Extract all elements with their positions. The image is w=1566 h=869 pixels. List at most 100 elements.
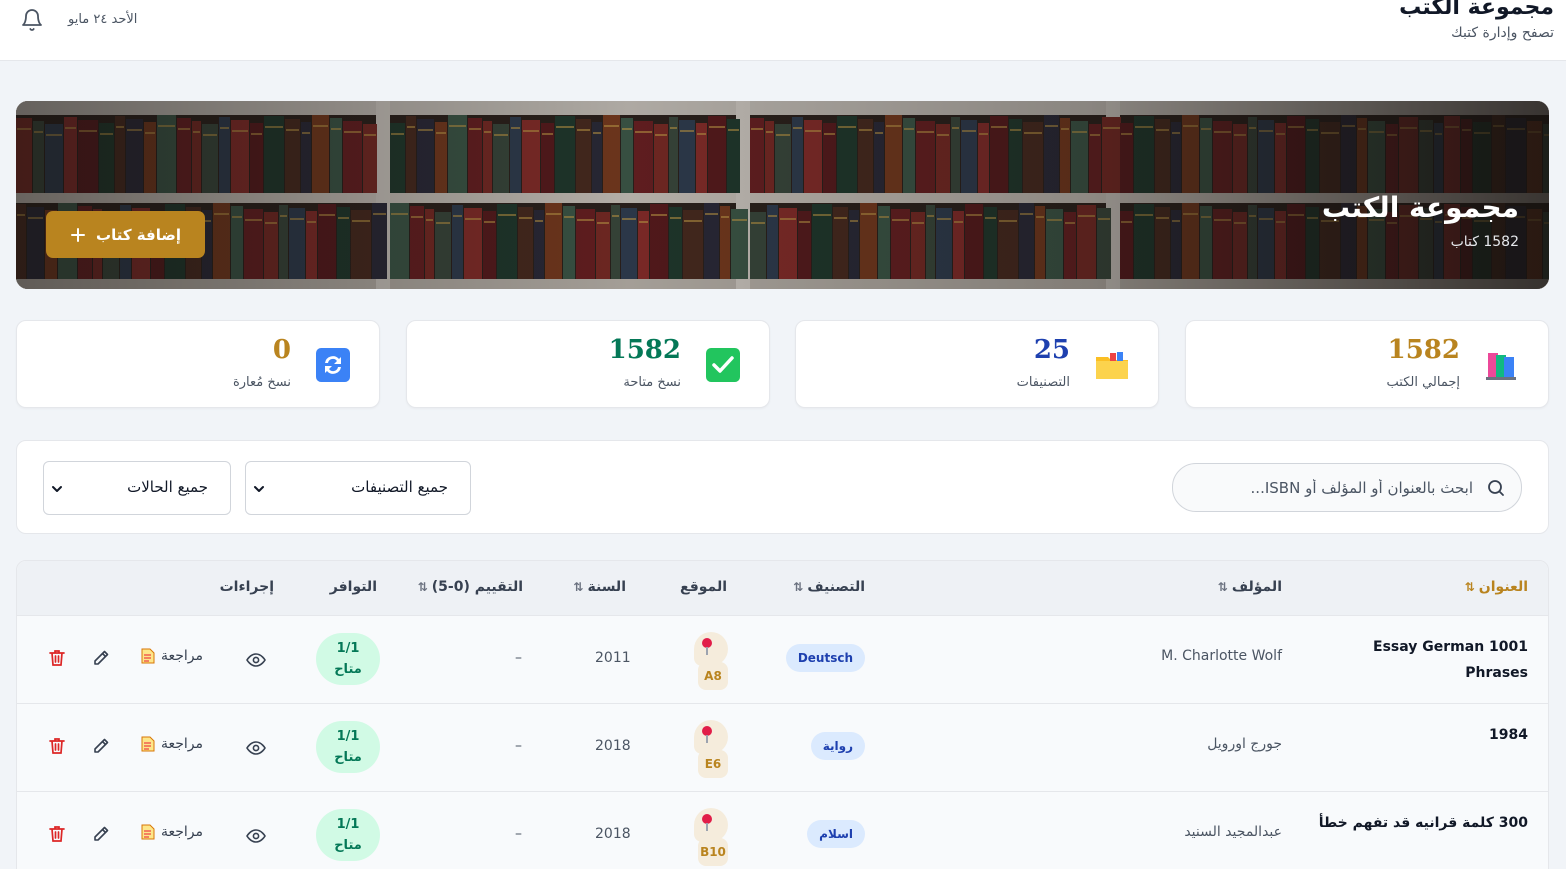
check-icon (706, 348, 740, 382)
location-code: B10 (698, 838, 728, 866)
trash-icon[interactable] (47, 736, 67, 756)
book-year: 2018 (595, 738, 631, 754)
document-icon (141, 648, 155, 664)
hero-banner: مجموعة الكتب 1582 كتاب إضافة كتاب (16, 101, 1549, 289)
pin-icon (694, 720, 728, 754)
stat-value: 1582 (1387, 335, 1460, 365)
current-date: الأحد ٢٤ مايو (68, 12, 138, 27)
stat-card-categories: 25 التصنيفات (795, 320, 1159, 408)
availability-badge: 1/1 متاح (316, 633, 380, 685)
availability-status: متاح (334, 662, 362, 677)
books-table: العنوان⇅ المؤلف⇅ التصنيف⇅ الموقع السنة⇅ … (16, 560, 1549, 869)
pencil-icon[interactable] (91, 824, 111, 844)
column-header-location: الموقع (680, 579, 727, 595)
pencil-icon[interactable] (91, 648, 111, 668)
availability-count: 1/1 (336, 641, 360, 656)
availability-count: 1/1 (336, 817, 360, 832)
location-marker: A8 (694, 632, 728, 690)
header-title-block: مجموعة الكتب تصفح وإدارة كتبك (1399, 0, 1554, 44)
column-header-title[interactable]: العنوان⇅ (1465, 579, 1528, 595)
location-marker: E6 (694, 720, 728, 778)
search-box[interactable] (1172, 463, 1522, 512)
pin-icon (694, 632, 728, 666)
filter-bar: جميع التصنيفات جميع الحالات (16, 440, 1549, 534)
category-badge: Deutsch (785, 644, 865, 672)
availability-status: متاح (334, 838, 362, 853)
pencil-icon[interactable] (91, 736, 111, 756)
refresh-icon (316, 348, 350, 382)
category-select[interactable]: جميع التصنيفات (245, 461, 471, 515)
review-label: مراجعة (161, 824, 204, 840)
table-row[interactable]: 300 كلمة قرانيه قد تفهم خطأ عبدالمجيد ال… (17, 792, 1548, 869)
page-subtitle: تصفح وإدارة كتبك (1451, 25, 1554, 41)
stat-label: التصنيفات (1016, 375, 1070, 390)
review-button[interactable]: مراجعة (141, 648, 203, 664)
book-author: عبدالمجيد السنيد (1184, 824, 1282, 840)
book-rating: – (515, 826, 522, 842)
stat-card-total-books: 1582 إجمالي الكتب (1185, 320, 1549, 408)
book-title[interactable]: Essay German 1001 Phrases (1308, 634, 1528, 686)
hero-book-count: 1582 كتاب (1450, 234, 1519, 250)
stat-card-borrowed-copies: 0 نسخ مُعارة (16, 320, 380, 408)
review-button[interactable]: مراجعة (141, 824, 203, 840)
trash-icon[interactable] (47, 648, 67, 668)
document-icon (141, 824, 155, 840)
eye-icon[interactable] (246, 738, 266, 758)
sort-icon: ⇅ (1217, 580, 1228, 594)
table-row[interactable]: 1984 جورج اورويل رواية E6 2018 – 1/1 متا… (17, 704, 1548, 792)
book-title[interactable]: 1984 (1308, 722, 1528, 748)
column-header-rating[interactable]: التقييم (0-5)⇅ (418, 579, 523, 595)
column-header-year[interactable]: السنة⇅ (573, 579, 626, 595)
sort-icon: ⇅ (417, 580, 428, 594)
book-author: جورج اورويل (1207, 736, 1282, 752)
status-select-value: جميع الحالات (127, 478, 208, 496)
stat-card-available-copies: 1582 نسخ متاحة (406, 320, 770, 408)
trash-icon[interactable] (47, 824, 67, 844)
book-author: M. Charlotte Wolf (1161, 648, 1282, 664)
search-input[interactable] (1193, 476, 1473, 500)
table-header: العنوان⇅ المؤلف⇅ التصنيف⇅ الموقع السنة⇅ … (17, 561, 1548, 616)
stat-value: 25 (1033, 335, 1070, 365)
availability-count: 1/1 (336, 729, 360, 744)
stat-label: نسخ متاحة (623, 375, 681, 390)
availability-badge: 1/1 متاح (316, 809, 380, 861)
column-header-actions: إجراءات (219, 579, 274, 595)
category-badge: اسلام (807, 820, 865, 848)
book-year: 2018 (595, 826, 631, 842)
plus-icon (71, 227, 86, 242)
page-title: مجموعة الكتب (1399, 0, 1554, 20)
bell-icon[interactable] (20, 8, 44, 32)
eye-icon[interactable] (246, 650, 266, 670)
location-marker: B10 (694, 808, 728, 866)
column-header-availability: التوافر (329, 579, 377, 595)
eye-icon[interactable] (246, 826, 266, 846)
hero-title: مجموعة الكتب (1321, 191, 1519, 224)
pin-icon (694, 808, 728, 842)
status-select[interactable]: جميع الحالات (43, 461, 231, 515)
stat-value: 1582 (608, 335, 681, 365)
document-icon (141, 736, 155, 752)
book-year: 2011 (595, 650, 631, 666)
book-rating: – (515, 738, 522, 754)
sort-icon: ⇅ (1464, 580, 1475, 594)
sort-icon: ⇅ (793, 580, 804, 594)
review-button[interactable]: مراجعة (141, 736, 203, 752)
book-title[interactable]: 300 كلمة قرانيه قد تفهم خطأ (1308, 810, 1528, 836)
category-badge: رواية (810, 732, 865, 760)
category-select-value: جميع التصنيفات (351, 478, 448, 496)
chevron-down-icon (52, 486, 62, 492)
table-row[interactable]: Essay German 1001 Phrases M. Charlotte W… (17, 616, 1548, 704)
availability-status: متاح (334, 750, 362, 765)
sort-icon: ⇅ (573, 580, 584, 594)
search-icon (1488, 480, 1504, 496)
stat-label: نسخ مُعارة (232, 375, 291, 390)
chevron-down-icon (254, 486, 264, 492)
books-icon (1486, 353, 1516, 380)
add-book-label: إضافة كتاب (96, 225, 181, 244)
availability-badge: 1/1 متاح (316, 721, 380, 773)
column-header-author[interactable]: المؤلف⇅ (1218, 579, 1282, 595)
book-rating: – (515, 650, 522, 666)
folder-icon (1096, 352, 1128, 379)
add-book-button[interactable]: إضافة كتاب (46, 211, 205, 258)
column-header-category[interactable]: التصنيف⇅ (793, 579, 865, 595)
